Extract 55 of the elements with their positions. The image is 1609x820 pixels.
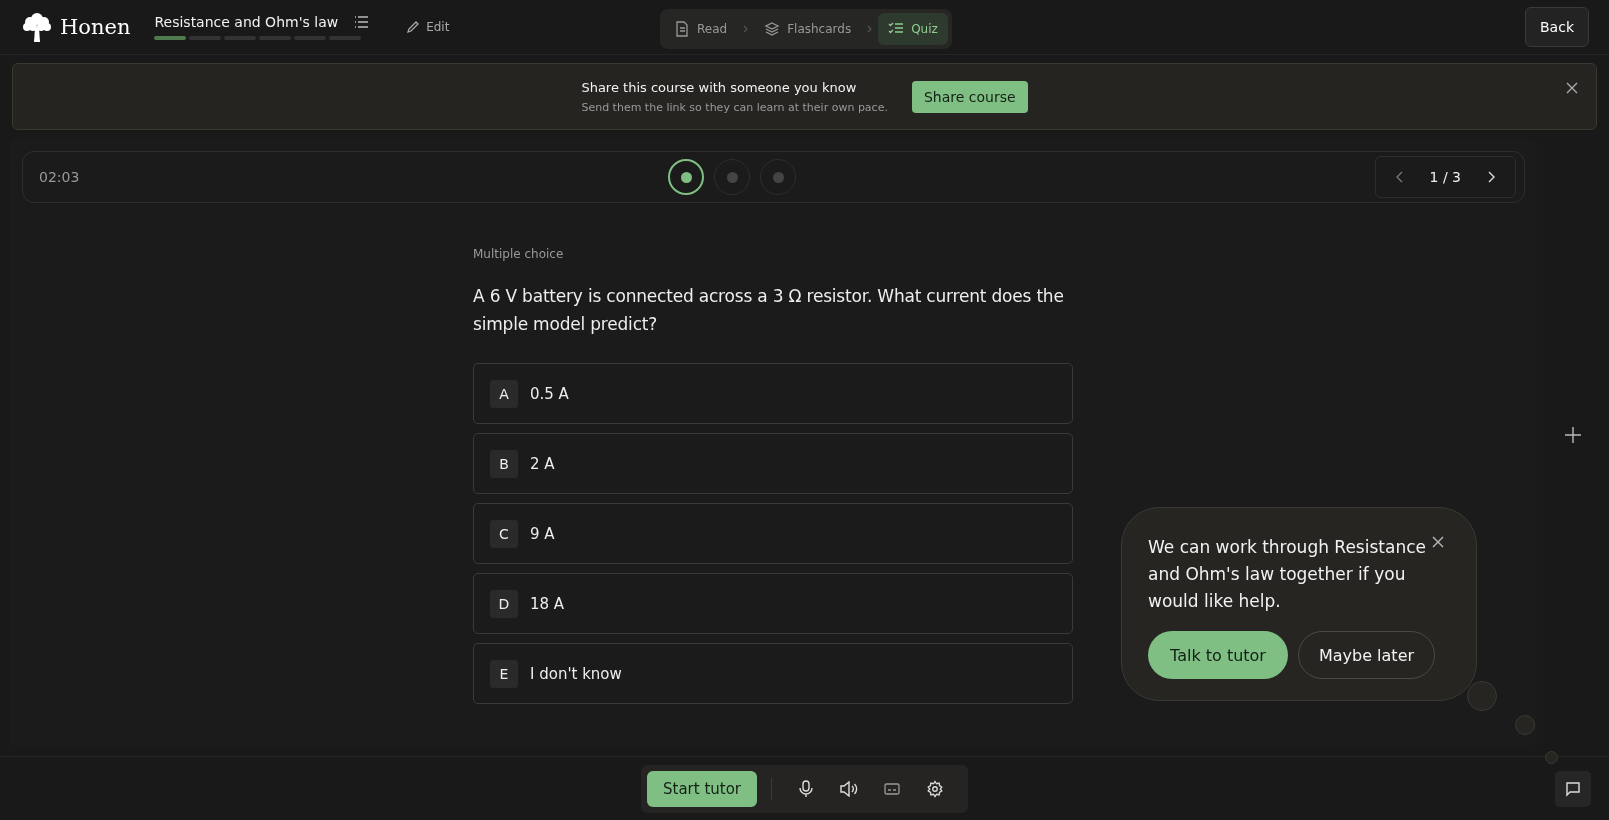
step-dot[interactable] <box>668 159 704 195</box>
option-text: 2 A <box>530 454 555 473</box>
chevron-icon <box>867 25 873 33</box>
banner-title: Share this course with someone you know <box>581 79 858 95</box>
layers-icon <box>764 21 781 37</box>
start-tutor-button[interactable]: Start tutor <box>647 770 757 807</box>
talk-to-tutor-button[interactable]: Talk to tutor <box>1148 631 1288 679</box>
banner-subtitle: Send them the link so they can learn at their own pace. <box>581 100 888 114</box>
next-icon[interactable] <box>1487 171 1495 183</box>
page-counter: 1 / 3 <box>1429 169 1461 185</box>
brand-name: Honen <box>60 15 131 39</box>
option-text: 0.5 A <box>530 384 569 403</box>
option-text: I don't know <box>530 664 622 683</box>
question-text: A 6 V battery is connected across a 3 Ω resistor. What current does the simple model predict? <box>473 285 1065 336</box>
settings-icon[interactable] <box>926 779 944 798</box>
maybe-later-button[interactable]: Maybe later <box>1297 631 1436 679</box>
timer: 02:03 <box>39 169 80 185</box>
chat-button[interactable] <box>1555 771 1591 807</box>
course-title: Resistance and Ohm's law <box>154 14 339 30</box>
captions-icon[interactable] <box>884 781 900 796</box>
share-course-button[interactable]: Share course <box>911 80 1028 113</box>
speaker-icon[interactable] <box>840 780 858 797</box>
answer-option[interactable]: E I don't know <box>473 643 1073 704</box>
edit-button[interactable]: Edit <box>400 19 456 35</box>
document-icon <box>674 21 690 37</box>
tree-logo-icon <box>20 12 54 42</box>
step-dot[interactable] <box>714 159 750 195</box>
list-icon[interactable] <box>354 16 369 28</box>
back-button[interactable]: Back <box>1525 7 1589 47</box>
mode-tab[interactable]: Quiz <box>878 13 948 45</box>
previous-icon[interactable] <box>1395 171 1404 183</box>
option-letter: B <box>490 449 518 478</box>
answer-option[interactable]: D 18 A <box>473 573 1073 634</box>
mode-tab[interactable]: Read <box>664 13 738 45</box>
answer-option[interactable]: A 0.5 A <box>473 363 1073 424</box>
chevron-icon <box>743 25 749 33</box>
popup-message: We can work through Resistance and Ohm's law together if you would like help. <box>1148 536 1427 613</box>
option-letter: D <box>490 589 518 618</box>
thought-bubble <box>1467 681 1497 711</box>
option-text: 9 A <box>530 524 555 543</box>
mode-tab[interactable]: Flashcards <box>754 13 862 45</box>
question-type: Multiple choice <box>473 247 565 261</box>
chat-icon <box>1565 781 1581 797</box>
microphone-icon[interactable] <box>798 779 814 798</box>
answer-option[interactable]: B 2 A <box>473 433 1073 494</box>
option-letter: C <box>490 519 518 548</box>
option-letter: E <box>490 659 518 688</box>
option-letter: A <box>490 379 518 408</box>
option-text: 18 A <box>530 594 565 613</box>
pencil-icon <box>406 20 421 34</box>
close-icon[interactable] <box>1432 536 1444 548</box>
close-icon[interactable] <box>1566 82 1578 94</box>
step-dot[interactable] <box>760 159 796 195</box>
plus-icon[interactable] <box>1565 427 1581 443</box>
answer-option[interactable]: C 9 A <box>473 503 1073 564</box>
